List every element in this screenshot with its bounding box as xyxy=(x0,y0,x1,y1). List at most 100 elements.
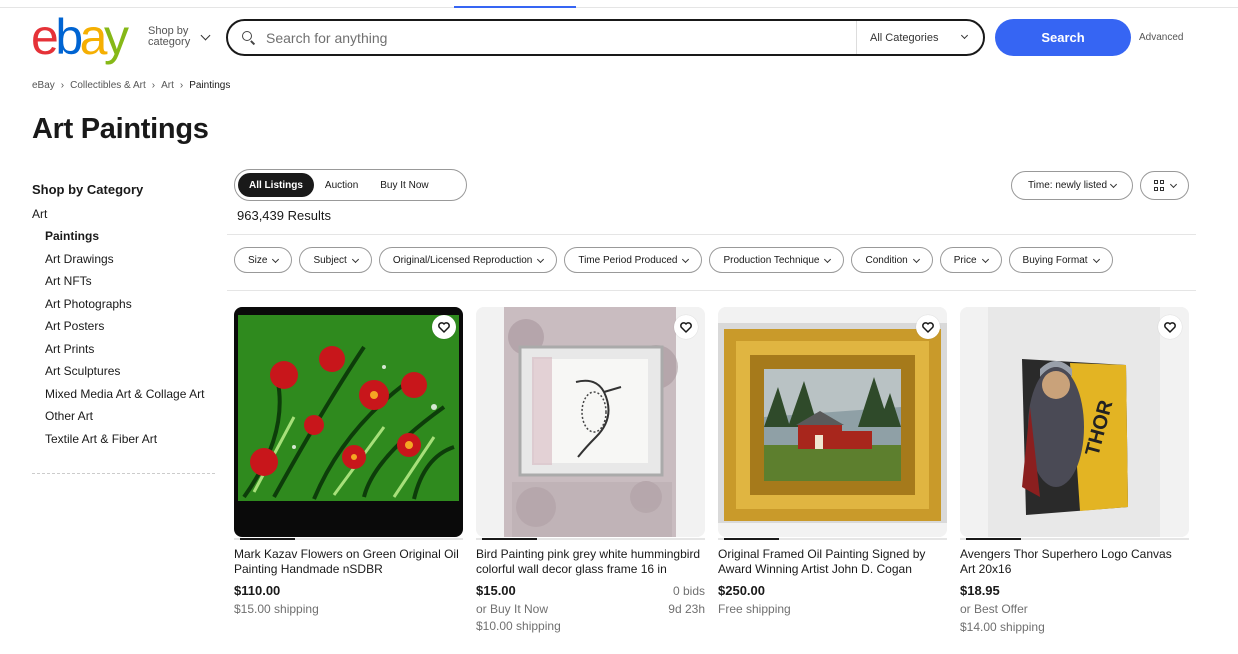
sidebar-category-list: Paintings Art Drawings Art NFTs Art Phot… xyxy=(45,229,205,454)
divider xyxy=(227,290,1196,291)
filter-label: Production Technique xyxy=(723,254,820,266)
tab-all-listings[interactable]: All Listings xyxy=(238,173,314,197)
breadcrumb-item[interactable]: eBay xyxy=(32,80,55,91)
filter-label: Condition xyxy=(865,254,908,266)
listing-title[interactable]: Avengers Thor Superhero Logo Canvas Art … xyxy=(960,547,1189,577)
image-carousel-indicator xyxy=(718,538,947,540)
listing-image[interactable] xyxy=(718,307,947,537)
sidebar-item-art-nfts[interactable]: Art NFTs xyxy=(45,274,205,288)
listing-image[interactable]: THOR xyxy=(960,307,1189,537)
sidebar-item-paintings[interactable]: Paintings xyxy=(45,229,205,243)
shop-by-category-button[interactable]: Shop by category xyxy=(148,25,211,48)
listing-type-toggle: All Listings Auction Buy It Now xyxy=(234,169,467,201)
sidebar-item-art-photographs[interactable]: Art Photographs xyxy=(45,297,205,311)
filter-size[interactable]: Size xyxy=(234,247,293,273)
watch-heart-button[interactable] xyxy=(916,315,940,339)
chevron-down-icon xyxy=(200,30,211,41)
sidebar-item-textile-art[interactable]: Textile Art & Fiber Art xyxy=(45,432,205,446)
search-button[interactable]: Search xyxy=(995,19,1131,56)
sort-dropdown[interactable]: Time: newly listed xyxy=(1011,171,1133,200)
listing-price: $15.00 xyxy=(476,583,516,598)
sidebar-item-other-art[interactable]: Other Art xyxy=(45,409,205,423)
listing-price: $250.00 xyxy=(718,583,765,598)
sidebar-item-art-drawings[interactable]: Art Drawings xyxy=(45,252,205,266)
page-title: Art Paintings xyxy=(32,113,209,145)
time-left: 9d 23h xyxy=(668,602,705,616)
shop-by-category-label: Shop by category xyxy=(148,25,191,48)
bid-count: 0 bids xyxy=(672,584,705,598)
filter-condition[interactable]: Condition xyxy=(851,247,933,273)
filter-time-period[interactable]: Time Period Produced xyxy=(564,247,703,273)
watch-heart-button[interactable] xyxy=(1158,315,1182,339)
chevron-down-icon xyxy=(824,255,832,263)
listing-card: Bird Painting pink grey white hummingbir… xyxy=(476,307,705,634)
search-bar: All Categories xyxy=(226,19,985,56)
chevron-down-icon xyxy=(981,255,989,263)
listing-shipping: $14.00 shipping xyxy=(960,620,1045,634)
logo-letter-e: e xyxy=(31,9,59,65)
search-input[interactable] xyxy=(266,29,846,46)
listing-card: Original Framed Oil Painting Signed by A… xyxy=(718,307,947,617)
tab-auction[interactable]: Auction xyxy=(314,173,369,197)
grid-view-icon xyxy=(1153,180,1165,191)
sort-label: Time: newly listed xyxy=(1027,180,1108,191)
best-offer-label: or Best Offer xyxy=(960,602,1028,616)
logo-letter-a: a xyxy=(79,9,108,65)
bird-painting-image xyxy=(476,307,705,537)
breadcrumb-item[interactable]: Collectibles & Art xyxy=(70,80,146,91)
chevron-down-icon xyxy=(537,255,545,263)
logo-letter-y: y xyxy=(103,9,129,65)
filter-label: Size xyxy=(248,254,268,266)
watch-heart-button[interactable] xyxy=(674,315,698,339)
sidebar-item-art-posters[interactable]: Art Posters xyxy=(45,319,205,333)
filter-label: Buying Format xyxy=(1022,254,1088,266)
search-icon xyxy=(242,30,256,45)
price-row: $15.00 0 bids xyxy=(476,583,705,598)
listing-shipping: Free shipping xyxy=(718,602,791,616)
filter-label: Price xyxy=(953,254,977,266)
logo-letter-b: b xyxy=(55,9,83,65)
chevron-down-icon xyxy=(272,255,280,263)
filter-original-reproduction[interactable]: Original/Licensed Reproduction xyxy=(378,247,558,273)
filter-label: Time Period Produced xyxy=(578,254,678,266)
sidebar-item-art-sculptures[interactable]: Art Sculptures xyxy=(45,364,205,378)
listing-price: $110.00 xyxy=(234,583,281,598)
sidebar-root-category[interactable]: Art xyxy=(32,207,47,221)
category-select[interactable]: All Categories xyxy=(856,21,983,54)
heart-icon xyxy=(922,321,934,333)
chevron-down-icon xyxy=(960,31,969,40)
listing-image[interactable] xyxy=(234,307,463,537)
listing-image[interactable] xyxy=(476,307,705,537)
barn-painting-image xyxy=(718,307,947,537)
chevron-right-icon: › xyxy=(60,80,65,91)
view-toggle-button[interactable] xyxy=(1140,171,1189,200)
image-carousel-indicator xyxy=(960,538,1189,540)
top-divider xyxy=(0,7,1238,8)
breadcrumb-item[interactable]: Art xyxy=(161,80,174,91)
thor-canvas-image: THOR xyxy=(960,307,1189,537)
listing-title[interactable]: Mark Kazav Flowers on Green Original Oil… xyxy=(234,547,463,577)
listing-title[interactable]: Original Framed Oil Painting Signed by A… xyxy=(718,547,947,577)
category-select-value: All Categories xyxy=(870,31,939,44)
buy-now-row: or Buy It Now 9d 23h xyxy=(476,602,705,617)
listing-shipping: $10.00 shipping xyxy=(476,619,561,633)
filter-subject[interactable]: Subject xyxy=(299,247,372,273)
chevron-right-icon: › xyxy=(179,80,184,91)
sidebar-title: Shop by Category xyxy=(32,182,144,197)
breadcrumb: eBay › Collectibles & Art › Art › Painti… xyxy=(32,80,230,91)
heart-icon xyxy=(438,321,450,333)
filter-buying-format[interactable]: Buying Format xyxy=(1008,247,1113,273)
listing-title[interactable]: Bird Painting pink grey white hummingbir… xyxy=(476,547,705,577)
filter-label: Original/Licensed Reproduction xyxy=(392,254,533,266)
filter-production-technique[interactable]: Production Technique xyxy=(709,247,845,273)
chevron-right-icon: › xyxy=(151,80,156,91)
tab-buy-it-now[interactable]: Buy It Now xyxy=(369,173,439,197)
advanced-search-link[interactable]: Advanced xyxy=(1139,32,1183,43)
filter-bar: Size Subject Original/Licensed Reproduct… xyxy=(234,247,1113,273)
sidebar-item-mixed-media[interactable]: Mixed Media Art & Collage Art xyxy=(45,387,205,401)
sidebar-item-art-prints[interactable]: Art Prints xyxy=(45,342,205,356)
results-count: 963,439 Results xyxy=(237,208,331,223)
ebay-logo[interactable]: e b a y xyxy=(31,12,131,62)
watch-heart-button[interactable] xyxy=(432,315,456,339)
filter-price[interactable]: Price xyxy=(939,247,1002,273)
